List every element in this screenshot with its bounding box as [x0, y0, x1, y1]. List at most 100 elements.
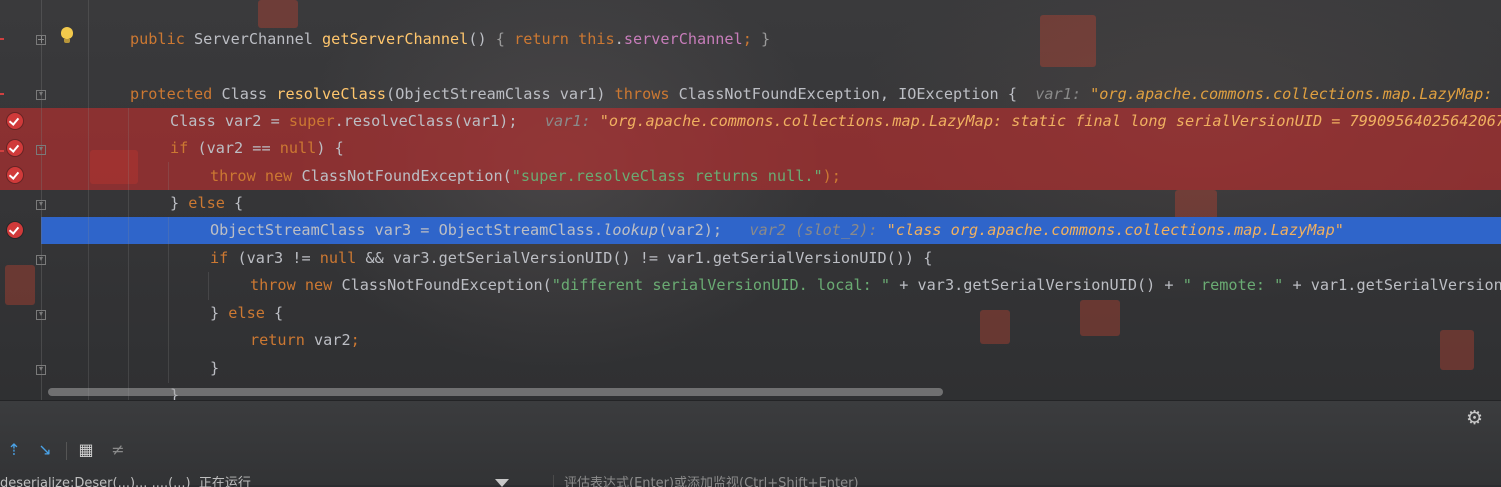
code-line[interactable]: } else {: [50, 300, 283, 327]
code-token: " remote: ": [1182, 276, 1284, 294]
evaluate-expression-input[interactable]: 评估表达式(Enter)或添加监视(Ctrl+Shift+Enter): [553, 475, 1501, 487]
code-line[interactable]: public ServerChannel getServerChannel() …: [50, 26, 770, 53]
code-line[interactable]: }: [50, 355, 219, 382]
settings-icon[interactable]: ⚙: [1466, 409, 1483, 428]
code-token: "org.apache.commons.collections.map.Lazy…: [1090, 85, 1493, 103]
code-token: {: [274, 304, 284, 322]
code-token: );: [822, 167, 841, 185]
code-token: new: [264, 167, 302, 185]
code-token: getServerChannel: [322, 30, 469, 48]
code-token: ;: [742, 30, 761, 48]
breakpoint-icon[interactable]: [7, 167, 23, 183]
wallpaper-lantern: [1080, 300, 1120, 336]
wallpaper-lantern: [1440, 330, 1474, 370]
wallpaper-lantern: [5, 265, 35, 305]
code-token: "different serialVersionUID. local: ": [551, 276, 891, 294]
code-line[interactable]: Class var2 = super.resolveClass(var1); v…: [50, 108, 1501, 135]
code-token: resolveClass: [276, 85, 387, 103]
code-token: Class: [221, 85, 277, 103]
code-token: }: [170, 194, 189, 212]
code-line[interactable]: throw new ClassNotFoundException("differ…: [50, 272, 1501, 299]
code-token: "super.resolveClass returns null.": [511, 167, 823, 185]
wallpaper-lantern: [980, 310, 1010, 344]
breakpoint-icon[interactable]: [7, 113, 23, 129]
code-token: && var3.getSerialVersionUID() != var1.ge…: [365, 249, 933, 267]
code-line[interactable]: protected Class resolveClass(ObjectStrea…: [50, 81, 1501, 108]
fold-collapse-icon[interactable]: [36, 200, 46, 210]
code-token: .: [614, 30, 624, 48]
code-token: (ObjectStreamClass var1): [386, 85, 615, 103]
code-token: + var3.getSerialVersionUID() +: [890, 276, 1183, 294]
code-token: if: [170, 139, 198, 157]
evaluate-icon[interactable]: ▦: [77, 441, 95, 459]
code-token: protected: [130, 85, 222, 103]
code-token: ClassNotFoundException(: [341, 276, 552, 294]
code-token: (var2);: [658, 221, 741, 239]
code-token: throw: [250, 276, 305, 294]
code-token: .resolveClass(var1);: [334, 112, 536, 130]
code-editor[interactable]: public ServerChannel getServerChannel() …: [0, 0, 1501, 400]
fold-collapse-icon[interactable]: [36, 145, 46, 155]
code-token: else: [188, 194, 235, 212]
code-line[interactable]: } else {: [50, 190, 243, 217]
code-token: ;: [350, 331, 360, 349]
code-line[interactable]: throw new ClassNotFoundException("super.…: [50, 163, 841, 190]
horizontal-scrollbar[interactable]: [48, 388, 943, 396]
code-token: var2: [314, 331, 351, 349]
code-token: throw: [210, 167, 265, 185]
code-token: "class org.apache.commons.collections.ma…: [886, 221, 1344, 239]
error-stripe-mark: [0, 93, 4, 95]
filter-icon[interactable]: [495, 479, 509, 487]
code-token: throws: [614, 85, 679, 103]
code-token: var1:: [1035, 85, 1091, 103]
code-token: "org.apache.commons.collections.map.Lazy…: [599, 112, 1501, 130]
code-token: ObjectStreamClass var3 = ObjectStreamCla…: [210, 221, 604, 239]
code-line[interactable]: if (var2 == null) {: [50, 135, 344, 162]
step-out-icon[interactable]: ⇡: [5, 441, 23, 459]
code-token: (var2 ==: [197, 139, 280, 157]
code-token: }: [761, 30, 771, 48]
code-token: if: [210, 249, 238, 267]
code-token: else: [228, 304, 275, 322]
wallpaper-lantern: [1175, 190, 1217, 220]
code-token: return: [514, 30, 579, 48]
trace-icon[interactable]: ≠: [109, 441, 127, 459]
fold-collapse-icon[interactable]: [36, 310, 46, 320]
fold-collapse-icon[interactable]: [36, 365, 46, 375]
code-token: }: [210, 359, 220, 377]
wallpaper-lantern: [1040, 15, 1096, 67]
code-token: ServerChannel: [194, 30, 323, 48]
code-token: var2 (slot_2):: [740, 221, 887, 239]
code-token: Class var2 =: [170, 112, 289, 130]
code-token: + var1.getSerialVersionUID());: [1292, 276, 1501, 294]
code-token: lookup: [603, 221, 659, 239]
code-token: this: [578, 30, 615, 48]
code-token: null: [319, 249, 366, 267]
code-line-execution-point[interactable]: ObjectStreamClass var3 = ObjectStreamCla…: [50, 217, 1344, 244]
wallpaper-lantern: [258, 0, 298, 28]
fold-collapse-icon[interactable]: [36, 90, 46, 100]
code-token: return: [250, 331, 315, 349]
code-line[interactable]: return var2;: [50, 327, 360, 354]
code-token: var1:: [535, 112, 600, 130]
code-token: super: [288, 112, 335, 130]
code-token: null: [279, 139, 317, 157]
code-line[interactable]: if (var3 != null && var3.getSerialVersio…: [50, 245, 932, 272]
fold-collapse-icon[interactable]: [36, 255, 46, 265]
error-stripe-mark: [0, 150, 4, 152]
breakpoint-icon[interactable]: [7, 222, 23, 238]
debugger-panel: ⚙ ⇡ ↘ ▦ ≠ deserialize:Deser(...)... ....…: [0, 400, 1501, 487]
code-token: {: [495, 30, 515, 48]
code-token: public: [130, 30, 195, 48]
run-to-cursor-icon[interactable]: ↘: [36, 441, 54, 459]
code-token: serverChannel: [623, 30, 743, 48]
fold-expand-icon[interactable]: [36, 35, 46, 45]
frames-status[interactable]: deserialize:Deser(...)... ....(...) 正在运行: [0, 475, 251, 487]
code-token: {: [234, 194, 244, 212]
code-token: new: [304, 276, 342, 294]
breakpoint-icon[interactable]: [7, 140, 23, 156]
code-token: }: [210, 304, 229, 322]
error-stripe-mark: [0, 38, 4, 40]
code-token: ClassNotFoundException(: [301, 167, 512, 185]
code-token: ) {: [316, 139, 344, 157]
